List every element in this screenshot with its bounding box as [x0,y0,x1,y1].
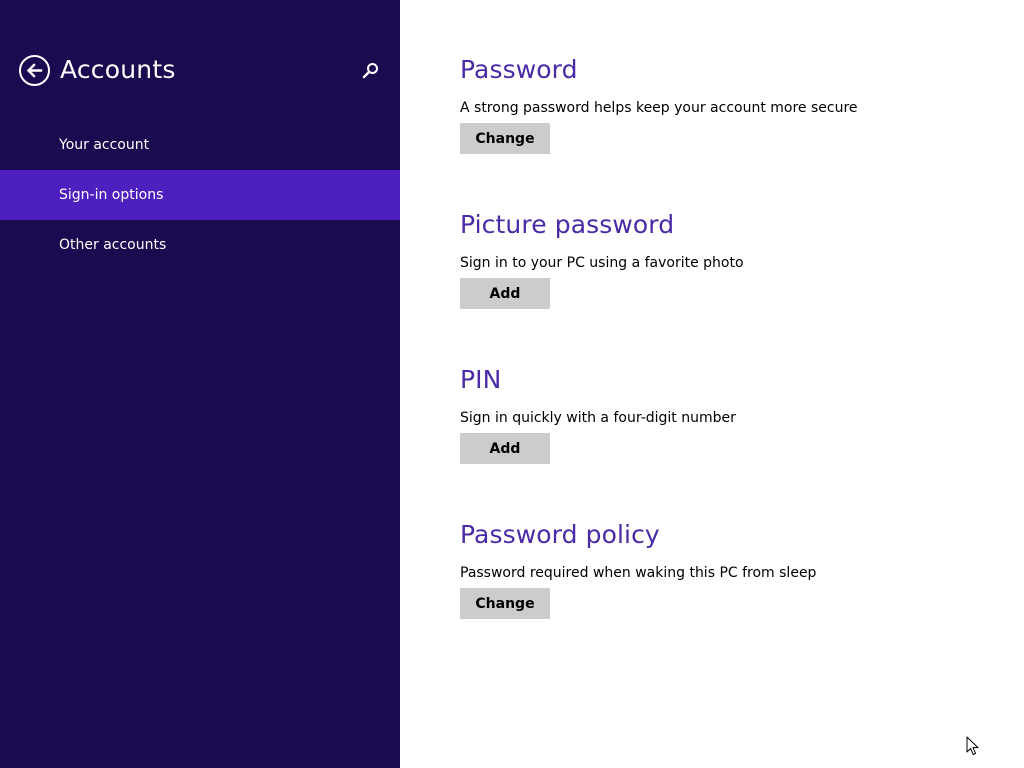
nav-item-your-account[interactable]: Your account [0,120,400,170]
password-section: Password A strong password helps keep yo… [460,53,980,154]
picture-password-heading: Picture password [460,210,675,239]
add-pin-button[interactable]: Add [460,433,550,464]
mouse-pointer-icon [966,736,979,755]
content-pane: Password A strong password helps keep yo… [400,0,1024,768]
add-picture-password-button[interactable]: Add [460,278,550,309]
picture-password-section: Picture password Sign in to your PC usin… [460,208,980,309]
pin-section: PIN Sign in quickly with a four-digit nu… [460,363,980,464]
password-heading: Password [460,55,578,84]
settings-screen: Accounts Your account Sign-in options Ot… [0,0,1024,768]
change-password-button[interactable]: Change [460,123,550,154]
nav-list: Your account Sign-in options Other accou… [0,120,400,270]
pin-heading: PIN [460,365,502,394]
search-icon [362,63,378,79]
password-policy-heading: Password policy [460,520,660,549]
back-arrow-icon [26,63,43,78]
nav-pane: Accounts Your account Sign-in options Ot… [0,0,400,768]
change-password-policy-button[interactable]: Change [460,588,550,619]
nav-item-sign-in-options[interactable]: Sign-in options [0,170,400,220]
pin-description: Sign in quickly with a four-digit number [460,410,736,426]
back-button[interactable] [19,55,50,86]
picture-password-description: Sign in to your PC using a favorite phot… [460,255,744,271]
page-title: Accounts [60,55,176,84]
password-policy-section: Password policy Password required when w… [460,518,980,619]
search-button[interactable] [359,59,383,83]
nav-item-other-accounts[interactable]: Other accounts [0,220,400,270]
password-description: A strong password helps keep your accoun… [460,100,858,116]
password-policy-description: Password required when waking this PC fr… [460,565,817,581]
